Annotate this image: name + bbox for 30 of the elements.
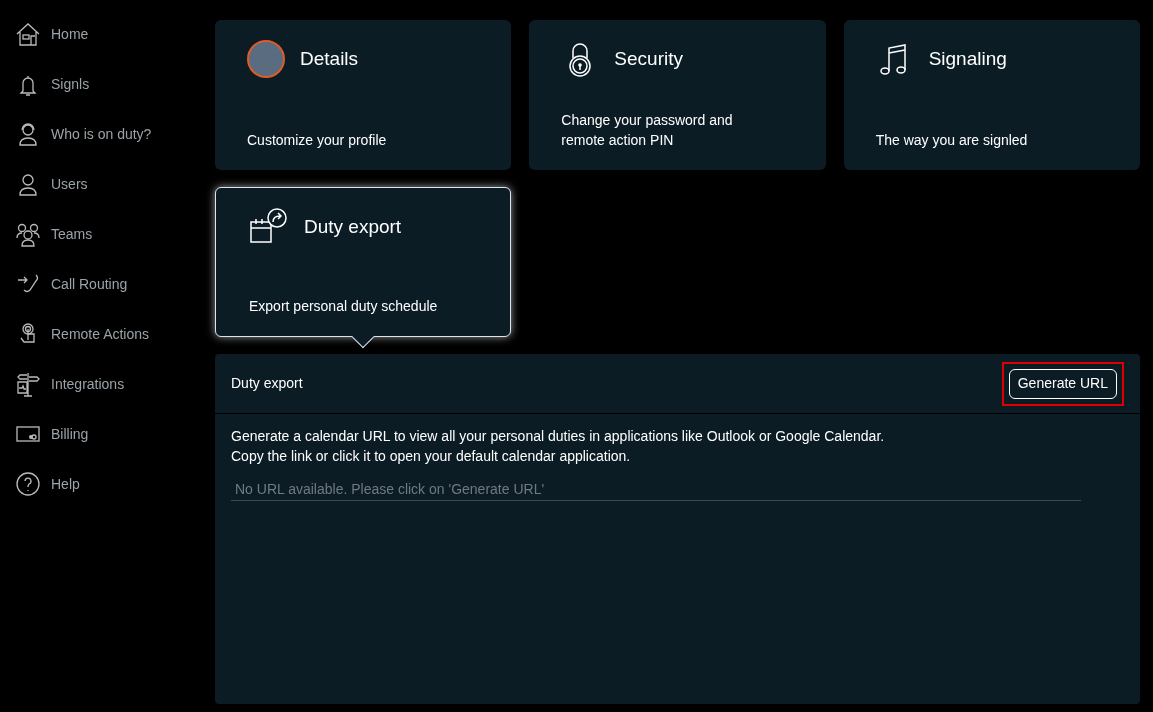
card-title: Details — [300, 46, 359, 71]
card-description: Export personal duty schedule — [249, 297, 439, 316]
panel-title: Duty export — [231, 374, 303, 393]
card-description: Change your password and remote action PIN — [561, 111, 734, 150]
settings-card[interactable]: Signaling The way you are signled — [843, 20, 1140, 170]
settings-card[interactable]: Security Change your password and remote action PIN — [529, 20, 826, 170]
sidebar-item[interactable]: Remote Actions — [14, 318, 150, 350]
sidebar-item[interactable]: Call Routing — [14, 268, 128, 300]
card-description: Customize your profile — [247, 131, 388, 150]
card-title: Security — [614, 46, 683, 71]
calendar-share-icon — [249, 208, 289, 246]
url-input-field[interactable]: No URL available. Please click on 'Generate URL' — [231, 477, 1081, 501]
sidebar-item[interactable]: Help — [14, 468, 80, 500]
sidebar-item[interactable]: Home — [14, 18, 89, 50]
settings-card[interactable]: Duty export Export personal duty schedule — [215, 187, 512, 337]
signpost-icon — [14, 370, 42, 398]
avatar-photo-placeholder — [247, 40, 285, 78]
card-description: The way you are signled — [875, 131, 1029, 150]
sidebar-item[interactable]: Users — [14, 168, 88, 200]
settings-card[interactable]: Details Customize your profile — [215, 20, 512, 170]
sidebar-item[interactable]: Integrations — [14, 368, 125, 400]
sidebar-item[interactable]: Who is on duty? — [14, 118, 152, 150]
help-icon — [14, 470, 42, 498]
card-title: Signaling — [928, 46, 1007, 71]
card-title: Duty export — [304, 214, 402, 239]
sidebar-item[interactable]: Teams — [14, 218, 93, 250]
sidebar-item[interactable]: Billing — [14, 418, 89, 450]
panel-description: Generate a calendar URL to view all your personal duties in applications like Outlook or Google Calendar. Copy the link or click it to open your default calendar application. — [231, 427, 886, 466]
sidebar-item[interactable]: Signls — [14, 68, 90, 100]
generate-url-button[interactable]: Generate URL — [1008, 368, 1117, 399]
